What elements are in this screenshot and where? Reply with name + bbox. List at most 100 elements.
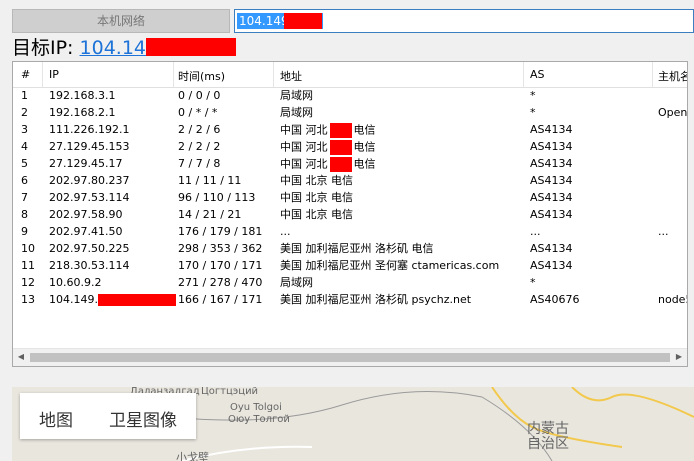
target-ip-label: 目标IP: [12, 37, 80, 59]
map-region-label: 内蒙古 自治区 [527, 421, 569, 452]
cell-hostname: ... [658, 225, 669, 238]
scroll-thumb[interactable] [30, 353, 670, 362]
cell-num: 4 [21, 140, 28, 153]
local-network-button[interactable]: 本机网络 [12, 9, 230, 33]
col-header-ip[interactable]: IP [49, 68, 59, 81]
cell-as: * [530, 89, 536, 102]
table-row[interactable]: 5 27.129.45.17 7 / 7 / 8 中国 河北 电信 AS4134 [13, 155, 687, 172]
cell-address: 中国 北京 电信 [280, 191, 353, 204]
cell-time: 271 / 278 / 470 [178, 276, 263, 289]
cell-num: 2 [21, 106, 28, 119]
cell-num: 10 [21, 242, 35, 255]
redaction-mark [284, 13, 322, 29]
table-row[interactable]: 10 202.97.50.225 298 / 353 / 362 美国 加利福尼亚州 … [13, 240, 687, 257]
cell-as: AS40676 [530, 293, 580, 306]
cell-time: 7 / 7 / 8 [178, 157, 221, 170]
table-row[interactable]: 3 111.226.192.1 2 / 2 / 6 中国 河北 电信 AS4134 [13, 121, 687, 138]
cell-ip: 10.60.9.2 [49, 276, 102, 289]
cell-ip: 202.97.58.90 [49, 208, 123, 221]
map-place-label: Oyu Tolgoi [230, 402, 282, 413]
cell-num: 6 [21, 174, 28, 187]
cell-num: 13 [21, 293, 35, 306]
cell-address: 中国 北京 电信 [280, 208, 353, 221]
cell-time: 0 / * / * [178, 106, 218, 119]
col-header-as[interactable]: AS [530, 68, 545, 81]
cell-address: 中国 河北 电信 [280, 140, 376, 155]
map-place-label: 小戈壁 [176, 451, 209, 461]
table-row[interactable]: 9 202.97.41.50 176 / 179 / 181......... [13, 223, 687, 240]
cell-as: AS4134 [530, 242, 573, 255]
cell-as: AS4134 [530, 259, 573, 272]
cell-time: 298 / 353 / 362 [178, 242, 263, 255]
table-row[interactable]: 8 202.97.58.90 14 / 21 / 21 中国 北京 电信 AS4134 [13, 206, 687, 223]
col-header-num[interactable]: # [21, 68, 30, 81]
cell-as: ... [530, 225, 541, 238]
table-row[interactable]: 13 104.149. 166 / 167 / 171 美国 加利福尼亚州 洛杉矶 p… [13, 291, 687, 308]
table-row[interactable]: 2 192.168.2.1 0 / * / * 局域网 * OpenWrt [13, 104, 687, 121]
scroll-left-icon[interactable]: ◀ [16, 352, 26, 361]
cell-as: * [530, 106, 536, 119]
cell-as: AS4134 [530, 140, 573, 153]
col-header-time[interactable]: 时间(ms) [178, 68, 225, 84]
table-row[interactable]: 11 218.30.53.114 170 / 170 / 171 美国 加利福尼亚州 … [13, 257, 687, 274]
cell-num: 1 [21, 89, 28, 102]
cell-as: AS4134 [530, 123, 573, 136]
cell-ip: 104.149. [49, 293, 176, 306]
table-row[interactable]: 4 27.129.45.153 2 / 2 / 2 中国 河北 电信 AS4134 [13, 138, 687, 155]
cell-num: 3 [21, 123, 28, 136]
cell-hostname: OpenWrt [658, 106, 688, 119]
cell-ip: 202.97.80.237 [49, 174, 130, 187]
redaction-mark [329, 123, 352, 138]
table-row[interactable]: 12 10.60.9.2 271 / 278 / 470 局域网 * [13, 274, 687, 291]
cell-time: 11 / 11 / 11 [178, 174, 242, 187]
tab-map[interactable]: 地图 [39, 406, 73, 431]
cell-as: AS4134 [530, 157, 573, 170]
table-row[interactable]: 1 192.168.3.1 0 / 0 / 0 局域网 * [13, 87, 687, 104]
redaction-mark [329, 157, 352, 172]
cell-num: 5 [21, 157, 28, 170]
horizontal-scrollbar[interactable]: ◀ ▶ [13, 348, 687, 366]
redaction-mark [97, 294, 176, 306]
map-view[interactable]: Далан​задгад Цогтцэций Oyu Tolgoi Оюу То… [12, 387, 694, 461]
table-row[interactable]: 6 202.97.80.237 11 / 11 / 11 中国 北京 电信 AS4134 [13, 172, 687, 189]
traceroute-table: # IP 时间(ms) 地址 AS 主机名 1 192.168.3.1 0 / 0 … [12, 61, 688, 367]
cell-ip: 202.97.53.114 [49, 191, 130, 204]
map-place-label: Цогтцэций [201, 387, 259, 397]
cell-num: 8 [21, 208, 28, 221]
redaction-mark [146, 38, 236, 56]
cell-address: ... [280, 225, 291, 238]
cell-as: AS4134 [530, 208, 573, 221]
cell-time: 176 / 179 / 181 [178, 225, 263, 238]
cell-num: 7 [21, 191, 28, 204]
cell-time: 2 / 2 / 6 [178, 123, 221, 136]
cell-time: 166 / 167 / 171 [178, 293, 263, 306]
table-body: 1 192.168.3.1 0 / 0 / 0 局域网 * 2 192.168.2.1 0 /… [13, 87, 687, 308]
cell-address: 中国 河北 电信 [280, 157, 376, 172]
col-header-hostname[interactable]: 主机名 [658, 68, 687, 84]
cell-as: * [530, 276, 536, 289]
cell-address: 美国 加利福尼亚州 圣何塞 ctamericas.com [280, 259, 500, 272]
target-ip-input[interactable]: 104.149. [234, 9, 694, 33]
map-type-tabs: 地图 卫星图像 [20, 393, 196, 439]
cell-address: 美国 加利福尼亚州 洛杉矶 电信 [280, 242, 434, 255]
target-ip-line: 目标IP: 104.149. [12, 36, 236, 60]
table-row[interactable]: 7 202.97.53.114 96 / 110 / 113 中国 北京 电信 AS41… [13, 189, 687, 206]
cell-as: AS4134 [530, 174, 573, 187]
cell-ip: 111.226.192.1 [49, 123, 130, 136]
scroll-right-icon[interactable]: ▶ [674, 352, 684, 361]
cell-ip: 27.129.45.17 [49, 157, 123, 170]
cell-address: 中国 河北 电信 [280, 123, 376, 138]
redaction-mark [329, 140, 352, 155]
cell-time: 14 / 21 / 21 [178, 208, 242, 221]
tab-satellite[interactable]: 卫星图像 [109, 406, 177, 431]
cell-ip: 192.168.3.1 [49, 89, 116, 102]
cell-ip: 218.30.53.114 [49, 259, 130, 272]
col-header-address[interactable]: 地址 [280, 68, 302, 84]
cell-time: 0 / 0 / 0 [178, 89, 221, 102]
cell-as: AS4134 [530, 191, 573, 204]
cell-num: 9 [21, 225, 28, 238]
cell-address: 美国 加利福尼亚州 洛杉矶 psychz.net [280, 293, 472, 306]
cell-address: 局域网 [280, 106, 313, 119]
table-header: # IP 时间(ms) 地址 AS 主机名 [13, 62, 687, 88]
cell-hostname: node5 [658, 293, 687, 306]
